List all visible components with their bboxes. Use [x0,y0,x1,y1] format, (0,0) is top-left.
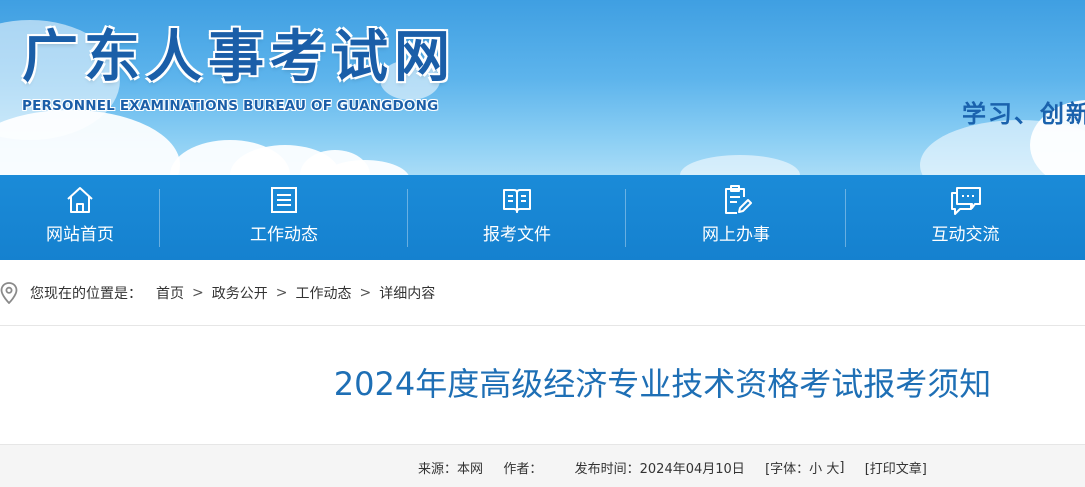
nav-label: 网站首页 [46,225,114,245]
nav-item-online-services[interactable]: 网上办事 [626,175,846,260]
nav-item-interaction[interactable]: 互动交流 [846,175,1085,260]
chat-bubbles-icon [949,183,983,217]
nav-item-work-news[interactable]: 工作动态 [160,175,408,260]
font-size-close: ] [839,460,845,475]
breadcrumb-prefix: 您现在的位置是： [30,285,142,302]
font-small-button[interactable]: 小 [809,462,822,477]
publish-date-value: 2024年04月10日 [639,462,745,477]
nav-item-exam-documents[interactable]: 报考文件 [408,175,626,260]
breadcrumb-separator: > [275,284,288,301]
source-value: 本网 [457,462,484,477]
cloud-decoration [0,110,180,175]
cloud-decoration [680,155,800,175]
clipboard-pen-icon [719,183,753,217]
location-pin-icon [0,281,18,304]
slogan-text: 学习、创新 [962,100,1085,128]
header-banner: 广东人事考试网 PERSONNEL EXAMINATIONS BUREAU OF… [0,0,1085,175]
home-icon [63,183,97,217]
nav-label: 工作动态 [250,225,318,245]
font-size-label: [字体： [765,462,810,477]
article-meta-bar: 来源：本网 作者： 发布时间：2024年04月10日 [字体：小 大] [打印文… [0,444,1085,487]
nav-item-home[interactable]: 网站首页 [0,175,160,260]
breadcrumb-item-home[interactable]: 首页 [156,283,184,303]
font-large-button[interactable]: 大 [826,462,839,477]
breadcrumb-item-public-affairs[interactable]: 政务公开 [212,283,268,303]
nav-label: 网上办事 [702,225,770,245]
breadcrumb-item-work-news[interactable]: 工作动态 [295,283,351,303]
breadcrumb-item-detail: 详细内容 [379,285,436,302]
source-label: 来源： [418,462,458,477]
nav-label: 报考文件 [483,225,551,245]
breadcrumb-separator: > [359,284,372,301]
author-label: 作者： [503,462,543,477]
publish-date-label: 发布时间： [574,462,640,477]
article-title: 2024年度高级经济专业技术资格考试报考须知 [333,365,992,403]
open-book-icon [500,183,534,217]
print-article-button[interactable]: [打印文章] [865,462,927,477]
news-list-icon [267,183,301,217]
main-navigation: 网站首页 工作动态 报考文件 网上办事 互动交流 [0,175,1085,260]
site-logo-title[interactable]: 广东人事考试网 [22,26,456,90]
breadcrumb: 您现在的位置是： 首页 > 政务公开 > 工作动态 > 详细内容 [0,260,1085,326]
site-logo-subtitle: PERSONNEL EXAMINATIONS BUREAU OF GUANGDO… [22,98,439,114]
nav-label: 互动交流 [931,225,1000,245]
breadcrumb-separator: > [192,284,204,301]
